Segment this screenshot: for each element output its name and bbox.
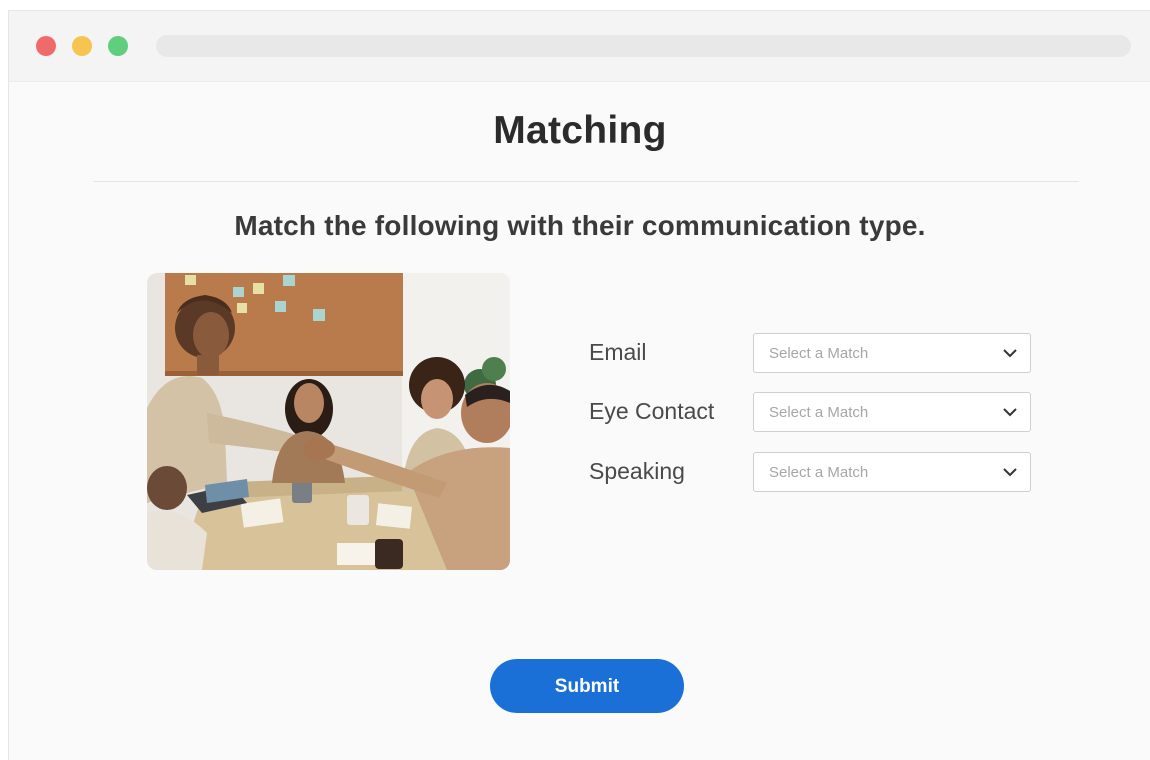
match-row-eye-contact: Eye Contact Select a Match bbox=[589, 392, 1033, 434]
select-placeholder: Select a Match bbox=[769, 464, 869, 481]
address-bar[interactable] bbox=[156, 35, 1131, 57]
match-select-eye-contact[interactable]: Select a Match bbox=[753, 392, 1031, 432]
divider bbox=[93, 181, 1079, 182]
question-text: Match the following with their communica… bbox=[234, 210, 926, 241]
close-window-button[interactable] bbox=[36, 36, 56, 56]
browser-titlebar bbox=[9, 11, 1150, 82]
select-placeholder: Select a Match bbox=[769, 345, 869, 362]
minimize-window-button[interactable] bbox=[72, 36, 92, 56]
maximize-window-button[interactable] bbox=[108, 36, 128, 56]
match-label: Email bbox=[589, 339, 647, 365]
meeting-photo bbox=[147, 273, 510, 570]
chevron-down-icon bbox=[1003, 468, 1017, 477]
submit-button[interactable]: Submit bbox=[490, 659, 684, 713]
match-label: Speaking bbox=[589, 458, 685, 484]
select-placeholder: Select a Match bbox=[769, 404, 869, 421]
browser-window: Matching Match the following with their … bbox=[8, 10, 1150, 760]
chevron-down-icon bbox=[1003, 408, 1017, 417]
chevron-down-icon bbox=[1003, 349, 1017, 358]
match-row-email: Email Select a Match bbox=[589, 333, 1033, 375]
page-title: Matching bbox=[493, 109, 667, 152]
match-select-speaking[interactable]: Select a Match bbox=[753, 452, 1031, 492]
match-label: Eye Contact bbox=[589, 398, 715, 424]
match-select-email[interactable]: Select a Match bbox=[753, 333, 1031, 373]
match-row-speaking: Speaking Select a Match bbox=[589, 452, 1033, 494]
